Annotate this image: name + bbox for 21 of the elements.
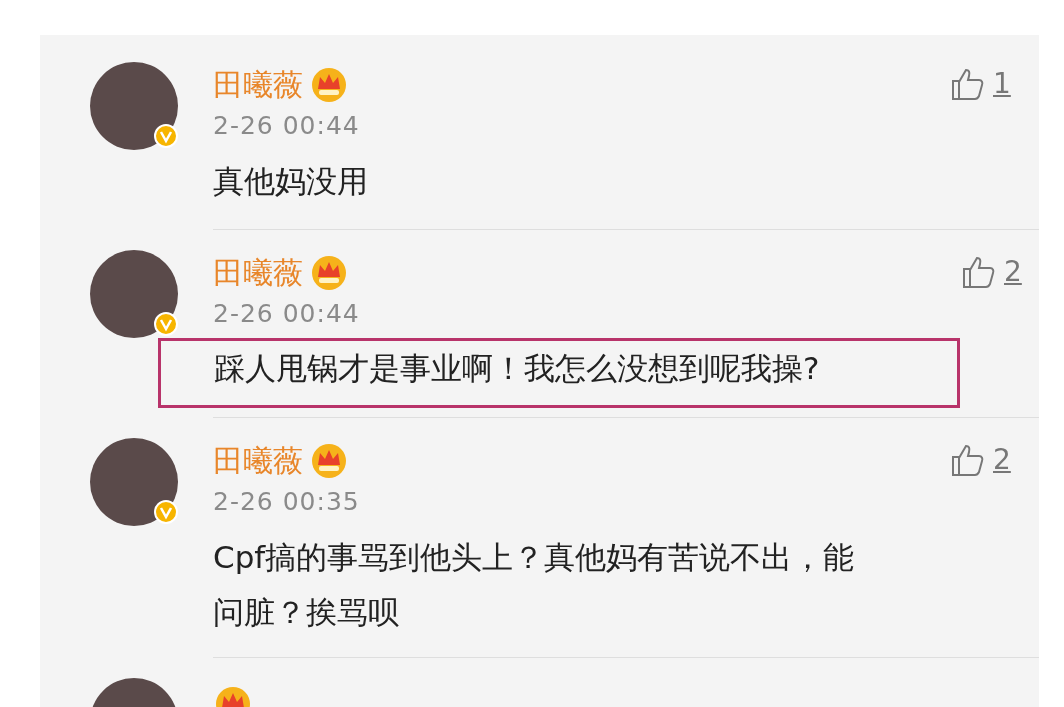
verified-badge-icon <box>154 124 178 148</box>
like-count: 1 <box>993 66 1011 102</box>
like-count: 2 <box>1004 254 1022 290</box>
user-name[interactable]: 田曦薇 <box>213 249 303 295</box>
comment-text: Cpf搞的事骂到他头上？真他妈有苦说不出，能问脏？挨骂呗 <box>213 538 856 632</box>
user-name[interactable]: 田曦薇 <box>213 61 303 107</box>
comment-time: 2-26 00:44 <box>213 298 361 330</box>
crown-badge-icon <box>309 253 349 291</box>
comment-time: 2-26 00:44 <box>213 110 361 142</box>
user-name[interactable]: 田曦薇 <box>213 437 303 483</box>
like-count: 2 <box>993 442 1011 478</box>
verified-badge-icon <box>154 500 178 524</box>
verified-badge-icon <box>154 312 178 336</box>
thumbs-up-icon[interactable] <box>960 254 996 290</box>
comment-time: 2-26 00:35 <box>213 486 361 518</box>
comment-text: 踩人甩锅才是事业啊！我怎么没想到呢我操? <box>158 338 960 408</box>
comment-text: 真他妈没用 <box>213 162 369 201</box>
crown-badge-icon <box>309 441 349 479</box>
thumbs-up-icon[interactable] <box>949 442 985 478</box>
crown-badge-icon <box>309 65 349 103</box>
thumbs-up-icon[interactable] <box>949 66 985 102</box>
